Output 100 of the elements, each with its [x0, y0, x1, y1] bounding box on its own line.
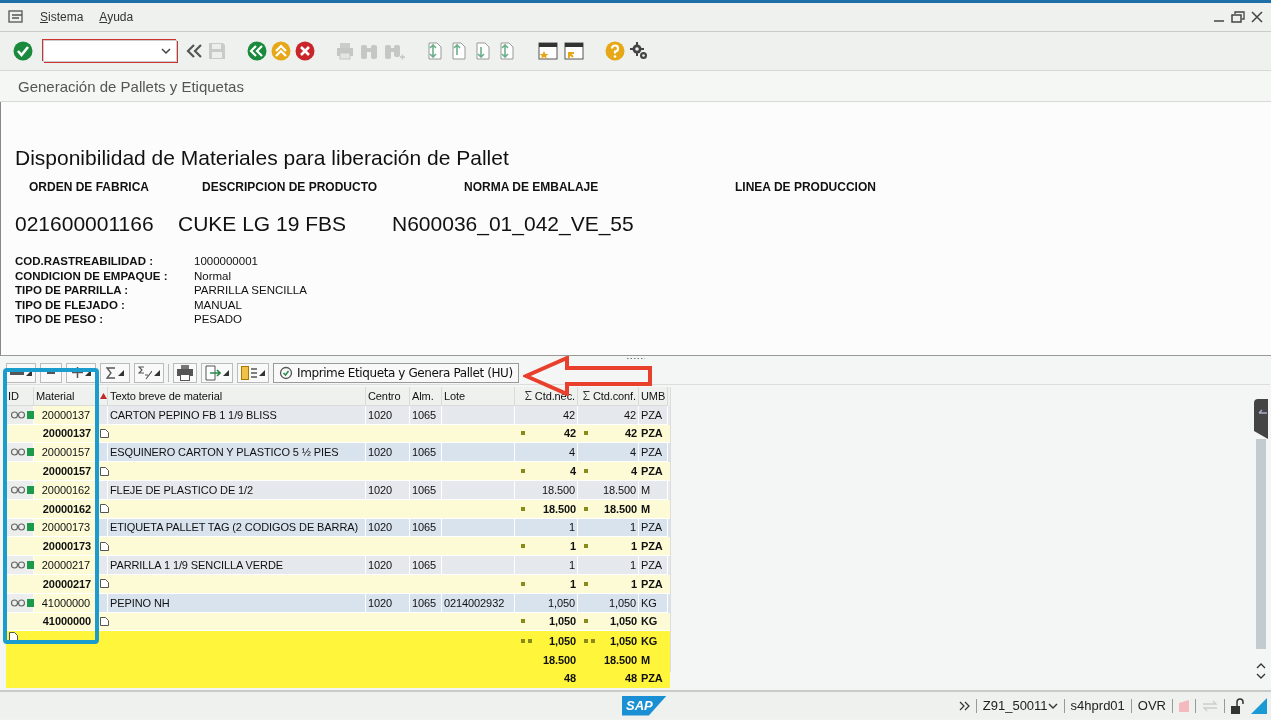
column-header[interactable]: Ctd.conf.: [592, 389, 636, 402]
server-name: s4hprd01: [1070, 698, 1125, 713]
subtotal-icon: [138, 365, 152, 380]
column-header[interactable]: Ctd.nec.: [534, 389, 575, 402]
column-header[interactable]: Centro: [368, 389, 401, 402]
transaction-code[interactable]: Z91_50011: [982, 698, 1048, 713]
menu-icon[interactable]: [8, 10, 24, 24]
layout-icon: [241, 365, 257, 380]
table-cell: 42: [578, 405, 639, 425]
toolbar-button[interactable]: [173, 362, 197, 383]
dropdown-caret-icon[interactable]: [1047, 702, 1058, 709]
column-header[interactable]: UMB: [641, 389, 666, 402]
table-cell: 18.500: [578, 481, 639, 500]
note-icon: [100, 541, 109, 551]
note-icon: [100, 504, 109, 514]
table-cell: 1,050: [578, 593, 639, 613]
table-cell: 1: [515, 556, 578, 575]
input-mode[interactable]: OVR: [1137, 698, 1166, 713]
scroll-up-icon[interactable]: [1255, 661, 1267, 671]
table-cell: 1: [630, 540, 637, 553]
caret-icon[interactable]: [259, 369, 265, 376]
column-header[interactable]: ID: [8, 389, 19, 402]
table-row[interactable]: 20000217 PARRILLA 1 1/9 SENCILLA VERDE 1020 1065 1 1 PZA: [6, 556, 670, 575]
table-cell-text: PZA: [640, 539, 664, 555]
table-cell: 1020: [366, 556, 410, 575]
scroll-down-icon[interactable]: [1255, 671, 1267, 681]
check-icon[interactable]: [13, 41, 33, 61]
toolbar-button[interactable]: [201, 362, 233, 383]
table-cell: 1: [569, 577, 576, 590]
table-cell: 18.500: [515, 481, 578, 500]
table-cell-text: 20000157: [41, 464, 92, 480]
column-header[interactable]: Lote: [444, 389, 465, 402]
menu-item[interactable]: Ayuda: [99, 10, 134, 24]
table-cell: 42: [624, 427, 637, 440]
section-title: Disponibilidad de Materiales para liberación de Pallet: [15, 146, 510, 171]
sum-icon: [106, 366, 116, 379]
table-cell: PZA: [639, 405, 668, 425]
toolbar-button[interactable]: [237, 362, 269, 383]
restore-icon[interactable]: [1231, 11, 1245, 23]
table-cell-text: PZA: [640, 464, 664, 480]
lock-icon[interactable]: [1231, 697, 1245, 714]
cancel-icon[interactable]: [295, 41, 315, 61]
field-value: PARRILLA SENCILLA: [194, 283, 308, 298]
table-cell: PZA: [639, 556, 668, 575]
menu-item[interactable]: Sistema: [40, 10, 84, 24]
sap-logo: SAP: [622, 695, 667, 716]
resize-grip-icon[interactable]: [1251, 697, 1267, 714]
table-cell: FLEJE DE PLASTICO DE 1/2: [108, 481, 366, 500]
status-icon: [11, 598, 34, 607]
table-cell: KG: [641, 634, 658, 647]
subtotal-marker-icon: [584, 431, 588, 436]
column-header[interactable]: Alm.: [412, 389, 434, 402]
minus-icon: [47, 371, 55, 374]
back-icon[interactable]: [247, 41, 267, 61]
double-chevron-icon[interactable]: [185, 42, 203, 60]
next-page-icon[interactable]: [473, 41, 493, 61]
field-value: CUKE LG 19 FBS: [178, 212, 347, 236]
status-icon: [11, 448, 34, 457]
subtotal-marker-icon: [584, 544, 588, 549]
column-header[interactable]: Material: [36, 389, 75, 402]
table-cell-text: 20000162: [41, 501, 92, 517]
new-window-icon[interactable]: [537, 41, 559, 61]
last-page-icon[interactable]: [497, 41, 517, 61]
caret-icon[interactable]: [84, 369, 91, 376]
splitter-grip-icon[interactable]: [625, 356, 646, 360]
caret-icon[interactable]: [118, 369, 124, 376]
toolbar-button[interactable]: [100, 362, 130, 383]
subtotal-marker-icon: [521, 506, 525, 511]
column-header[interactable]: Texto breve de material: [110, 389, 223, 402]
table-cell: 42: [563, 427, 576, 440]
plus-icon: [71, 367, 83, 378]
table-row[interactable]: 20000157 ESQUINERO CARTON Y PLASTICO 5 ½ PIES 1020 1065 4 4 PZA: [6, 443, 670, 463]
status-icon: [11, 561, 34, 570]
subtotal-marker-icon: [521, 619, 525, 624]
caret-icon[interactable]: [154, 369, 160, 376]
subtotal-marker-icon: [521, 431, 525, 436]
field-label: CONDICION DE EMPAQUE :: [15, 268, 169, 283]
first-page-icon[interactable]: [425, 41, 445, 61]
table-cell: 1020: [366, 405, 410, 425]
table-cell: 1065: [410, 593, 442, 613]
settings-icon[interactable]: [629, 41, 649, 61]
expand-status-icon[interactable]: [957, 699, 970, 712]
table-cell: 4: [569, 465, 576, 478]
table-cell-text: 20000173: [41, 539, 92, 555]
print-label-button[interactable]: Imprime Etiqueta y Genera Pallet (HU): [273, 362, 519, 383]
note-icon: [100, 429, 109, 438]
table-cell: 1,050: [609, 634, 637, 647]
command-field[interactable]: [43, 40, 177, 62]
caret-icon[interactable]: [223, 369, 229, 376]
total-marker-icon: [521, 638, 532, 643]
previous-page-icon[interactable]: [449, 41, 469, 61]
subtotal-marker-icon: [584, 469, 588, 474]
toolbar-button[interactable]: [134, 362, 164, 383]
status-icon: [11, 410, 34, 419]
dropdown-caret-icon[interactable]: [160, 47, 172, 55]
caret-icon[interactable]: [26, 369, 32, 376]
table-cell: 20000217: [34, 556, 98, 575]
close-icon[interactable]: [1251, 11, 1263, 23]
side-panel-tab-icon[interactable]: [1254, 399, 1268, 439]
shortcut-window-icon[interactable]: [563, 41, 585, 61]
